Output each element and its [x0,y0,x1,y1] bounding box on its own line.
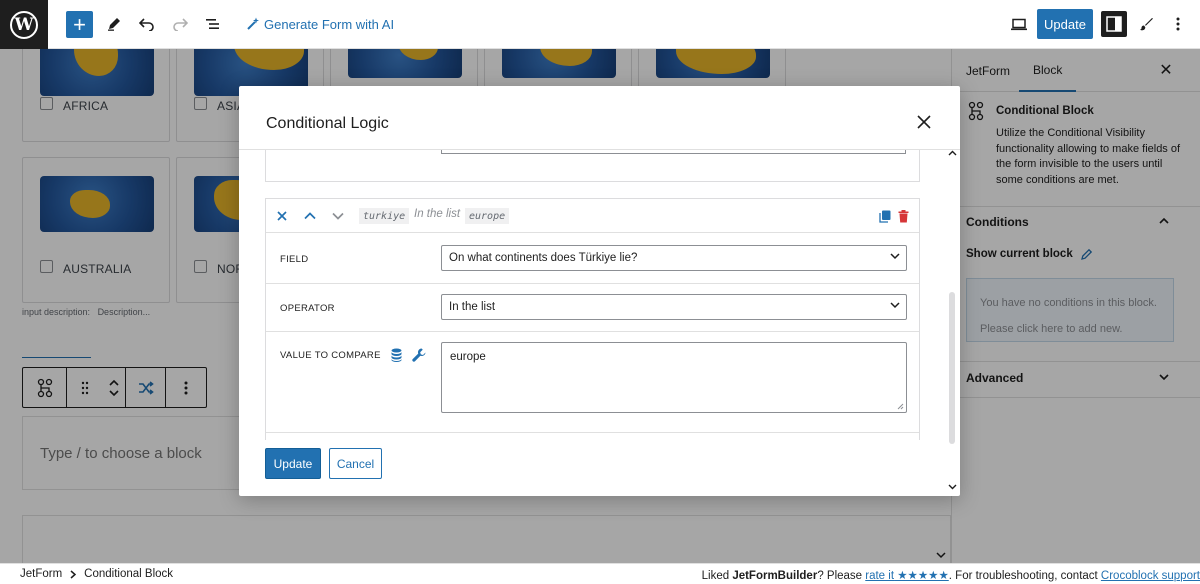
preview-button[interactable] [1008,10,1030,38]
conditional-logic-modal: Conditional Logic turkiye In the list eu… [239,86,960,496]
desktop-icon [1011,18,1027,30]
modal-scrollbar[interactable] [945,144,960,496]
brush-icon [1139,18,1153,31]
duplicate-condition-button[interactable] [876,207,894,225]
collapse-condition-button[interactable] [273,207,291,225]
rate-link[interactable]: rate it ★★★★★ [865,570,949,582]
delete-condition-button[interactable] [894,207,912,225]
styles-button[interactable] [1136,10,1156,38]
resize-grip-icon[interactable] [897,403,904,410]
move-condition-up-button[interactable] [301,207,319,225]
chevron-down-icon [890,302,900,309]
database-icon[interactable] [391,348,402,362]
cancel-button[interactable]: Cancel [329,448,382,479]
condition-item: turkiye In the list europe FIELD On what… [265,198,920,440]
redo-icon [173,18,188,31]
value-row: VALUE TO COMPARE europe [266,332,919,433]
list-view-icon [206,19,219,29]
field-label: FIELD [280,254,309,265]
chevron-right-icon [70,569,77,579]
footer-text: ? Please [817,570,866,582]
operator-select[interactable]: In the list [441,294,907,320]
wrench-icon[interactable] [412,348,426,362]
chevron-up-icon [304,212,316,220]
add-block-button[interactable]: + [66,11,93,38]
chevron-down-icon [890,253,900,260]
value-to-compare-value: europe [450,351,486,363]
editor-footer: JetForm Conditional Block Liked JetFormB… [0,563,1200,584]
update-button[interactable]: Update [265,448,321,479]
generate-form-ai-button[interactable]: Generate Form with AI [246,10,394,38]
modal-header: Conditional Logic [239,86,960,150]
field-select[interactable]: On what continents does Türkiye lie? [441,245,907,271]
support-link[interactable]: Crocoblock support [1101,570,1200,582]
scroll-thumb[interactable] [949,292,955,444]
value-label-group: VALUE TO COMPARE [280,348,426,362]
modal-footer: Update Cancel [239,440,960,496]
plus-icon: + [73,11,86,37]
breadcrumb: JetForm Conditional Block [20,568,173,580]
scroll-up-button[interactable] [947,148,958,158]
vertical-dots-icon [1176,17,1180,31]
move-condition-down-button[interactable] [329,207,347,225]
pencil-icon [108,18,120,31]
field-row: FIELD On what continents does Türkiye li… [266,233,919,284]
edit-tool-button[interactable] [104,10,124,38]
operator-label: OPERATOR [280,303,335,314]
redo-button[interactable] [170,10,190,38]
chevron-down-icon [332,212,344,220]
condition-header: turkiye In the list europe [266,199,919,233]
modal-close-button[interactable] [912,110,936,134]
condition-field-chip: turkiye [359,208,410,224]
modal-body: turkiye In the list europe FIELD On what… [239,150,960,440]
generate-form-ai-label: Generate Form with AI [264,16,395,32]
field-select-value: On what continents does Türkiye lie? [449,252,638,264]
footer-rating: Liked JetFormBuilder? Please rate it ★★★… [702,568,1200,582]
settings-sidebar-toggle[interactable] [1101,11,1127,37]
magic-wand-icon [247,17,259,30]
copy-icon [879,210,891,223]
value-to-compare-label: VALUE TO COMPARE [280,349,381,361]
update-post-button[interactable]: Update [1037,9,1093,39]
footer-text: Liked [701,570,733,582]
condition-value-chip: europe [465,208,510,224]
brand-name: JetFormBuilder [732,570,818,582]
previous-condition [265,150,920,182]
wordpress-logo-button[interactable]: W [0,0,48,49]
breadcrumb-item[interactable]: JetForm [20,568,62,580]
close-icon [917,115,931,129]
trash-icon [898,209,908,222]
editor-topbar: W + Generate Form with AI Update [0,0,1200,49]
chevron-up-icon [948,150,957,156]
previous-condition-textarea[interactable] [441,150,906,154]
breadcrumb-item[interactable]: Conditional Block [84,568,173,580]
footer-text: . For troubleshooting, contact [948,570,1101,582]
undo-button[interactable] [137,10,157,38]
modal-title: Conditional Logic [266,115,389,132]
chevron-down-icon [948,484,957,490]
undo-icon [139,18,154,31]
sidebar-icon [1106,16,1122,32]
options-button[interactable] [1168,10,1188,38]
condition-operator-text: In the list [414,208,461,220]
operator-row: OPERATOR In the list [266,284,919,332]
scroll-down-button[interactable] [947,482,958,492]
operator-select-value: In the list [449,301,496,313]
document-overview-button[interactable] [203,10,223,38]
value-to-compare-textarea[interactable]: europe [441,342,907,413]
close-icon [277,211,287,221]
wordpress-icon: W [10,10,38,39]
